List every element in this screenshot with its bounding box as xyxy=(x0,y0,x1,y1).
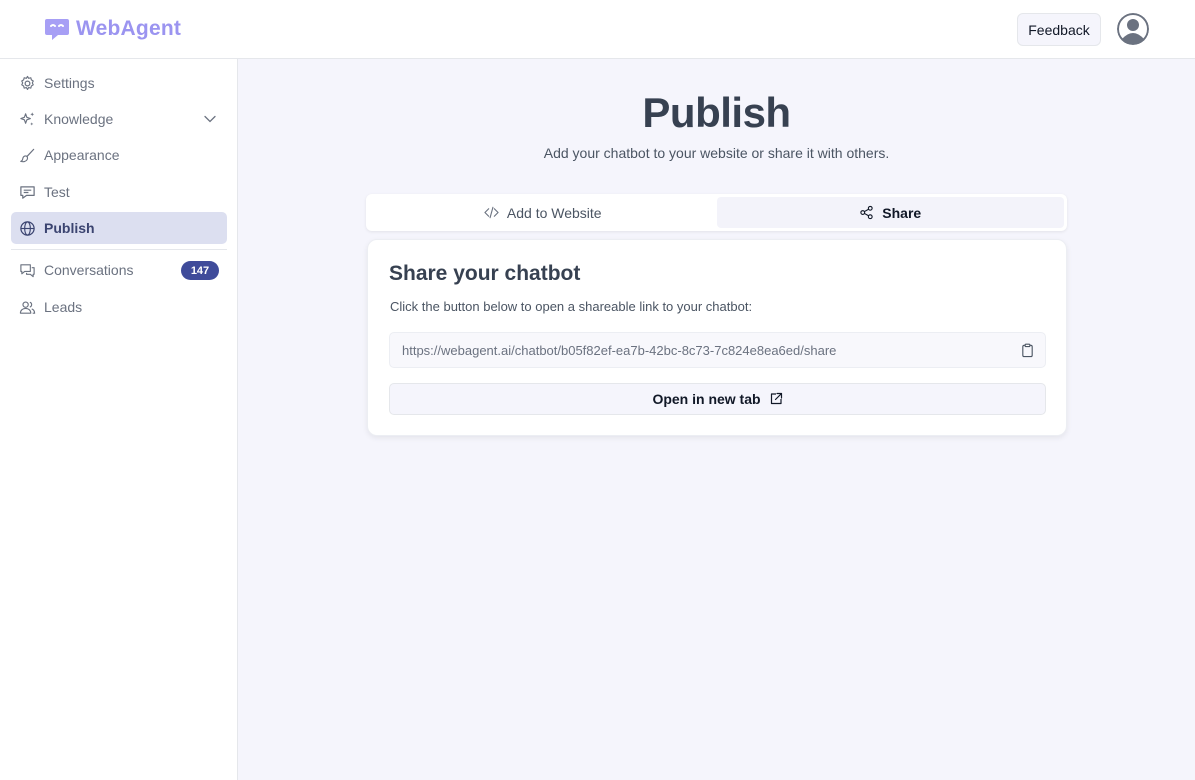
card-description: Click the button below to open a shareab… xyxy=(390,299,753,314)
sidebar-divider xyxy=(11,249,227,250)
chevron-down-icon[interactable] xyxy=(203,112,217,126)
sidebar-item-appearance[interactable]: Appearance xyxy=(11,139,227,171)
sidebar-item-settings[interactable]: Settings xyxy=(11,67,227,99)
chat-icon xyxy=(19,184,36,201)
sidebar-item-label: Appearance xyxy=(44,147,120,163)
logo-icon xyxy=(45,19,69,40)
page-title: Publish xyxy=(642,89,791,136)
gear-icon xyxy=(19,75,36,92)
sidebar-item-label: Conversations xyxy=(44,262,134,278)
feedback-button[interactable]: Feedback xyxy=(1017,13,1101,46)
tab-add-to-website[interactable]: Add to Website xyxy=(369,197,717,228)
sidebar-item-label: Leads xyxy=(44,299,83,315)
clipboard-icon[interactable] xyxy=(1020,343,1035,358)
open-in-new-tab-button[interactable]: Open in new tab xyxy=(389,383,1046,415)
share-url-input[interactable] xyxy=(402,342,1002,358)
code-icon xyxy=(484,205,499,220)
tab-label: Share xyxy=(882,204,922,221)
sidebar-item-label: Test xyxy=(44,184,70,200)
conversations-icon xyxy=(19,262,36,279)
user-avatar-icon[interactable] xyxy=(1117,13,1149,45)
open-button-label: Open in new tab xyxy=(652,391,761,407)
sidebar-item-conversations[interactable]: Conversations 147 xyxy=(11,254,227,286)
page-subtitle: Add your chatbot to your website or shar… xyxy=(543,145,890,161)
publish-tabs: Add to Website Share xyxy=(366,194,1067,231)
sidebar-item-label: Settings xyxy=(44,75,95,91)
main-content: Publish Add your chatbot to your website… xyxy=(238,59,1195,780)
top-bar: WebAgent Feedback xyxy=(0,0,1195,59)
share-card: Share your chatbot Click the button belo… xyxy=(367,239,1067,436)
users-icon xyxy=(19,299,36,316)
tab-label: Add to Website xyxy=(506,204,602,221)
external-link-icon xyxy=(769,392,783,406)
brush-icon xyxy=(19,147,36,164)
card-title: Share your chatbot xyxy=(389,262,581,285)
sidebar-item-label: Publish xyxy=(44,220,95,236)
sparkles-icon xyxy=(19,111,36,128)
share-icon xyxy=(859,205,874,220)
sidebar-item-publish[interactable]: Publish xyxy=(11,212,227,244)
sidebar-item-label: Knowledge xyxy=(44,111,114,127)
conversations-count-badge: 147 xyxy=(181,261,219,280)
sidebar-item-leads[interactable]: Leads xyxy=(11,291,227,323)
sidebar-item-test[interactable]: Test xyxy=(11,176,227,208)
tab-share[interactable]: Share xyxy=(716,197,1064,228)
share-url-field xyxy=(389,332,1046,368)
sidebar: Settings Knowledge Appearance Test Publi… xyxy=(0,59,238,780)
logo[interactable]: WebAgent xyxy=(44,16,181,42)
sidebar-item-knowledge[interactable]: Knowledge xyxy=(11,103,227,135)
globe-icon xyxy=(19,220,36,237)
brand-name: WebAgent xyxy=(76,17,182,40)
